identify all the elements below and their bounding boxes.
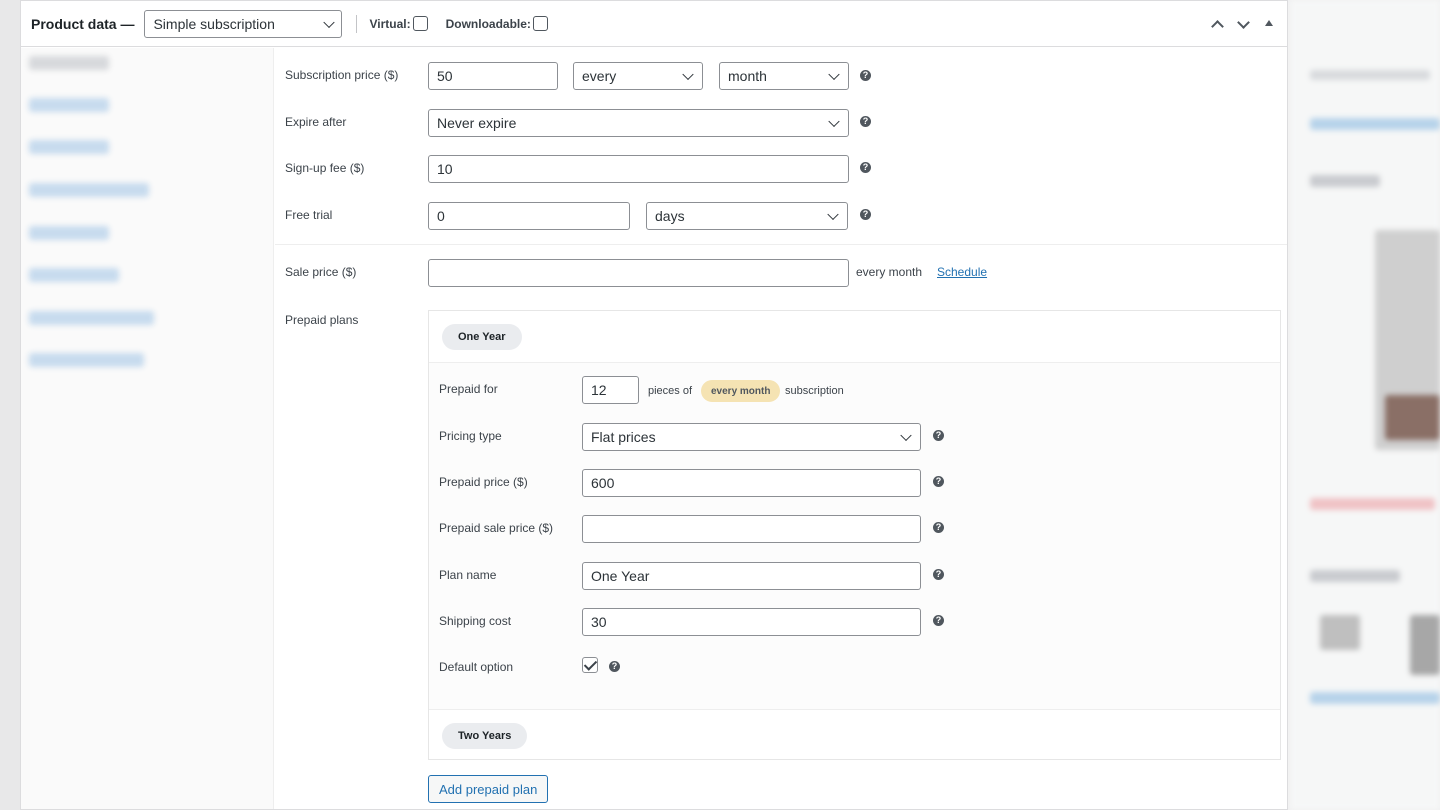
plan-tab-one-year[interactable]: One Year — [442, 324, 522, 350]
section-divider — [275, 244, 1287, 245]
virtual-option[interactable]: Virtual: — [369, 16, 428, 31]
free-trial-label: Free trial — [285, 208, 333, 222]
help-icon[interactable]: ? — [860, 162, 871, 173]
sale-price-input[interactable] — [428, 259, 849, 287]
metabox-actions — [1209, 1, 1277, 47]
free-trial-period-select[interactable]: days — [646, 202, 848, 230]
pricing-type-value: Flat prices — [591, 429, 656, 445]
metabox-header: Product data — Simple subscription Virtu… — [21, 1, 1287, 47]
billing-interval-value: every — [582, 68, 617, 84]
product-data-metabox: Product data — Simple subscription Virtu… — [20, 0, 1288, 810]
help-icon[interactable]: ? — [933, 522, 944, 533]
billing-period-value: month — [728, 68, 767, 84]
help-icon[interactable]: ? — [860, 209, 871, 220]
signup-fee-label: Sign-up fee ($) — [285, 161, 365, 175]
add-prepaid-plan-button[interactable]: Add prepaid plan — [428, 775, 549, 803]
downloadable-checkbox[interactable] — [532, 16, 548, 31]
downloadable-option[interactable]: Downloadable: — [446, 16, 548, 31]
chevron-down-icon — [682, 68, 694, 81]
help-icon[interactable]: ? — [860, 116, 871, 127]
free-trial-value: 0 — [437, 208, 445, 224]
plan-header-one-year[interactable]: One Year — [429, 311, 1280, 363]
plan-body-one-year: Prepaid for 12 pieces of every month sub… — [429, 363, 1280, 709]
subscription-price-label: Subscription price ($) — [285, 68, 399, 82]
blurred-side-metaboxes — [1290, 0, 1440, 810]
shipping-cost-input[interactable]: 30 — [582, 608, 921, 636]
subscription-price-value: 50 — [437, 68, 453, 84]
plan-name-label: Plan name — [439, 568, 497, 582]
product-data-title: Product data — — [31, 15, 135, 32]
chevron-down-icon — [900, 429, 912, 442]
subscription-word: subscription — [785, 385, 844, 397]
chevron-down-icon — [827, 208, 839, 221]
plan-header-two-years[interactable]: Two Years — [429, 709, 1280, 761]
free-trial-input[interactable]: 0 — [428, 202, 630, 230]
schedule-link[interactable]: Schedule — [937, 265, 987, 279]
pricing-type-select[interactable]: Flat prices — [582, 423, 921, 451]
billing-interval-select[interactable]: every — [573, 62, 703, 90]
prepaid-price-value: 600 — [591, 475, 615, 491]
default-option-checkbox[interactable] — [582, 657, 598, 673]
header-separator — [356, 14, 358, 33]
free-trial-period-value: days — [655, 208, 685, 224]
chevron-down-icon — [323, 16, 336, 28]
subscription-price-input[interactable]: 50 — [428, 62, 558, 90]
signup-fee-value: 10 — [437, 161, 453, 177]
move-down-icon[interactable] — [1235, 16, 1251, 32]
metabox-body: Subscription price ($) 50 every month ? … — [21, 48, 1287, 809]
prepaid-for-label: Prepaid for — [439, 382, 498, 396]
default-option-label: Default option — [439, 660, 514, 674]
prepaid-plans-container: One Year Prepaid for 12 pieces of every … — [428, 310, 1281, 760]
help-icon[interactable]: ? — [860, 70, 871, 81]
plan-tab-two-years[interactable]: Two Years — [442, 723, 528, 749]
help-icon[interactable]: ? — [933, 615, 944, 626]
general-panel: Subscription price ($) 50 every month ? … — [275, 48, 1287, 809]
move-up-icon[interactable] — [1209, 16, 1225, 32]
product-type-select[interactable]: Simple subscription — [144, 9, 343, 38]
prepaid-for-value: 12 — [591, 382, 607, 398]
shipping-cost-value: 30 — [591, 614, 607, 630]
pricing-type-label: Pricing type — [439, 429, 502, 443]
expire-after-value: Never expire — [437, 115, 517, 131]
prepaid-price-input[interactable]: 600 — [582, 469, 921, 497]
product-type-value: Simple subscription — [153, 15, 275, 32]
signup-fee-input[interactable]: 10 — [428, 155, 849, 183]
downloadable-label: Downloadable: — [445, 16, 531, 31]
blurred-admin-sidebar — [0, 0, 20, 810]
plan-name-value: One Year — [591, 568, 650, 584]
sale-price-suffix: every month — [856, 265, 923, 279]
prepaid-for-input[interactable]: 12 — [582, 376, 639, 404]
billing-period-select[interactable]: month — [719, 62, 849, 90]
prepaid-plans-label: Prepaid plans — [285, 313, 359, 327]
product-data-tabs-blurred — [21, 48, 274, 809]
expire-after-select[interactable]: Never expire — [428, 109, 849, 137]
sale-price-label: Sale price ($) — [285, 265, 357, 279]
plan-name-input[interactable]: One Year — [582, 562, 921, 590]
shipping-cost-label: Shipping cost — [439, 614, 512, 628]
prepaid-sale-price-label: Prepaid sale price ($) — [439, 521, 554, 535]
help-icon[interactable]: ? — [609, 661, 620, 672]
chevron-down-icon — [828, 68, 840, 81]
help-icon[interactable]: ? — [933, 569, 944, 580]
help-icon[interactable]: ? — [933, 430, 944, 441]
pieces-of-text: pieces of — [648, 385, 693, 397]
virtual-checkbox[interactable] — [412, 16, 428, 31]
expire-after-label: Expire after — [285, 115, 347, 129]
virtual-label: Virtual: — [369, 16, 411, 31]
period-tag: every month — [701, 380, 781, 402]
prepaid-price-label: Prepaid price ($) — [439, 475, 528, 489]
prepaid-sale-price-input[interactable] — [582, 515, 921, 543]
chevron-down-icon — [828, 115, 840, 128]
help-icon[interactable]: ? — [933, 476, 944, 487]
toggle-panel-icon[interactable] — [1261, 16, 1277, 32]
